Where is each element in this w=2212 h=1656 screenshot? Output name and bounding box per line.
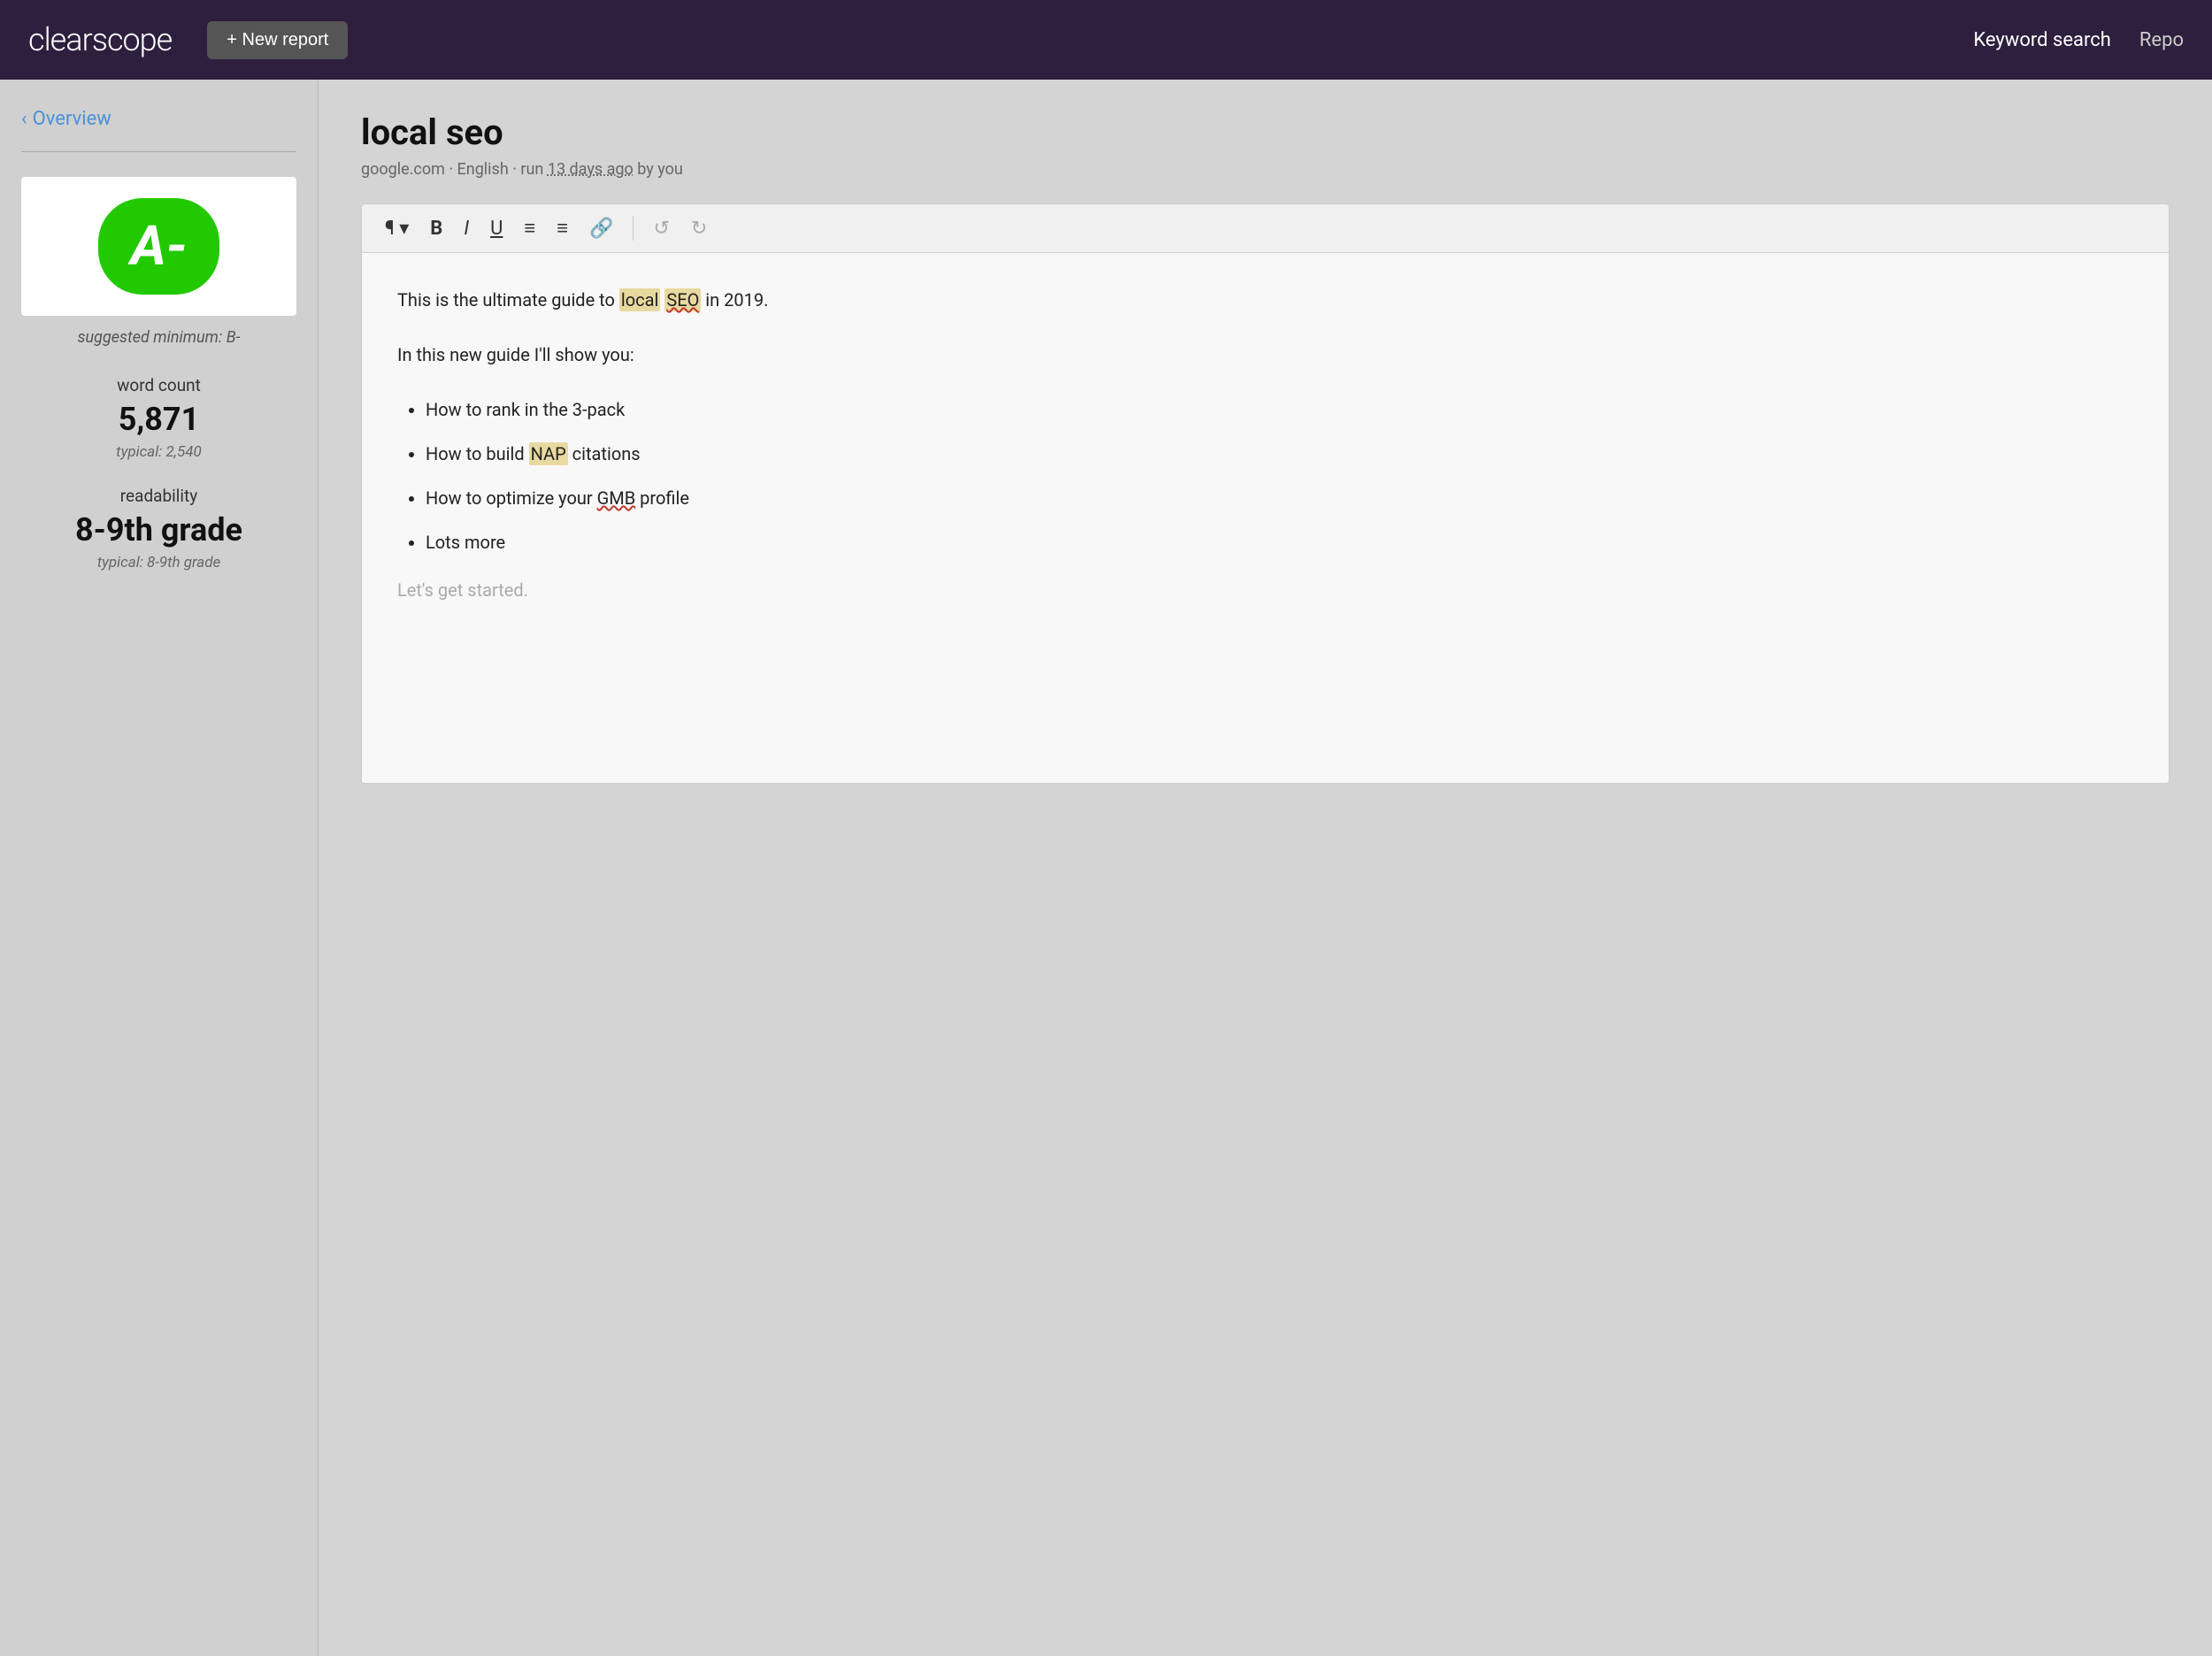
list-item: How to optimize your GMB profile xyxy=(426,483,2133,513)
report-title: local seo xyxy=(361,111,2170,153)
list-item: Lots more xyxy=(426,527,2133,557)
unordered-list-button[interactable]: ≡ xyxy=(548,211,577,245)
editor-body[interactable]: This is the ultimate guide to local SEO … xyxy=(361,253,2170,784)
list-item-1-text: How to rank in the 3-pack xyxy=(426,399,625,420)
content-area: local seo google.com · English · run 13 … xyxy=(319,80,2212,1656)
report-meta: google.com · English · run 13 days ago b… xyxy=(361,160,2170,179)
highlight-nap: NAP xyxy=(529,442,568,465)
paragraph-button[interactable]: ¶ ▾ xyxy=(376,212,418,245)
italic-icon: I xyxy=(464,218,469,240)
overview-label: Overview xyxy=(33,108,111,130)
highlight-gmb: GMB xyxy=(597,487,636,509)
word-count-value: 5,871 xyxy=(21,401,296,438)
sidebar-divider xyxy=(21,151,296,152)
suggested-minimum: suggested minimum: B- xyxy=(21,328,296,347)
para1-after: in 2019. xyxy=(701,289,768,310)
ordered-list-icon: ≡ xyxy=(524,217,535,240)
readability-value: 8-9th grade xyxy=(21,511,296,548)
redo-icon: ↻ xyxy=(691,218,707,240)
unordered-list-icon: ≡ xyxy=(557,217,568,240)
new-report-button[interactable]: + New report xyxy=(207,21,348,59)
reports-link[interactable]: Repo xyxy=(2139,29,2184,51)
undo-icon: ↺ xyxy=(653,218,669,240)
link-icon: 🔗 xyxy=(589,218,613,240)
grade-pill: A- xyxy=(98,198,219,295)
sidebar: ‹ Overview A- suggested minimum: B- word… xyxy=(0,80,319,1656)
report-author: by you xyxy=(634,160,683,179)
bold-button[interactable]: B xyxy=(421,212,451,245)
word-count-typical: typical: 2,540 xyxy=(21,443,296,461)
readability-label: readability xyxy=(21,486,296,506)
main-layout: ‹ Overview A- suggested minimum: B- word… xyxy=(0,80,2212,1656)
logo: clearscope xyxy=(28,21,172,58)
editor-toolbar: ¶ ▾ B I U ≡ ≡ 🔗 xyxy=(361,203,2170,253)
list-item-2-after: citations xyxy=(568,443,641,464)
report-source: google.com · English · run xyxy=(361,160,548,179)
underline-button[interactable]: U xyxy=(481,212,511,245)
undo-button[interactable]: ↺ xyxy=(644,212,678,245)
paragraph-icon: ¶ ▾ xyxy=(385,218,409,240)
list-item: How to rank in the 3-pack xyxy=(426,395,2133,425)
link-button[interactable]: 🔗 xyxy=(580,212,622,245)
list-item-3-after: profile xyxy=(635,487,689,509)
highlight-local: local xyxy=(619,288,660,311)
para1-before: This is the ultimate guide to xyxy=(397,289,619,310)
list-item-4-text: Lots more xyxy=(426,532,505,553)
editor-list: How to rank in the 3-pack How to build N… xyxy=(426,395,2133,557)
editor-paragraph-1: This is the ultimate guide to local SEO … xyxy=(397,285,2133,315)
overview-link[interactable]: ‹ Overview xyxy=(21,108,296,130)
redo-button[interactable]: ↻ xyxy=(682,212,716,245)
para2-text: In this new guide I'll show you: xyxy=(397,344,634,365)
list-item-3-before: How to optimize your xyxy=(426,487,597,509)
toolbar-separator xyxy=(633,216,634,241)
keyword-search-link[interactable]: Keyword search xyxy=(1973,29,2111,51)
underline-icon: U xyxy=(490,218,503,240)
bold-icon: B xyxy=(430,218,442,240)
editor-paragraph-2: In this new guide I'll show you: xyxy=(397,340,2133,370)
highlight-seo: SEO xyxy=(664,288,701,311)
ordered-list-button[interactable]: ≡ xyxy=(515,211,544,245)
grade-box: A- xyxy=(21,177,296,316)
chevron-left-icon: ‹ xyxy=(21,108,27,130)
readability-typical: typical: 8-9th grade xyxy=(21,554,296,571)
report-date: 13 days ago xyxy=(548,160,634,179)
word-count-label: word count xyxy=(21,375,296,395)
editor-placeholder: Let's get started. xyxy=(397,575,2133,605)
list-item: How to build NAP citations xyxy=(426,439,2133,469)
editor-wrapper: ¶ ▾ B I U ≡ ≡ 🔗 xyxy=(361,203,2170,784)
list-item-2-before: How to build xyxy=(426,443,529,464)
italic-button[interactable]: I xyxy=(455,212,478,245)
top-navigation: clearscope + New report Keyword search R… xyxy=(0,0,2212,80)
